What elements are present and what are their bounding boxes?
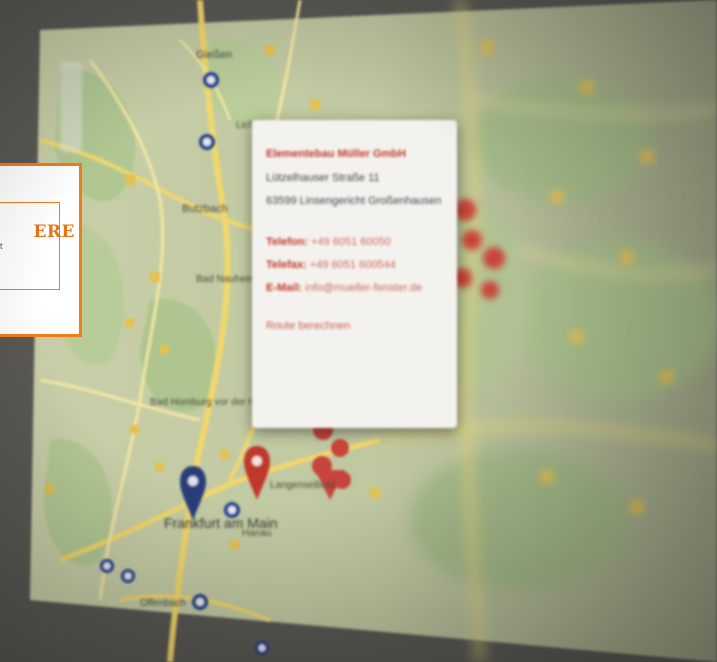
fax-label: Telefax: xyxy=(266,259,307,271)
brand-logo-card: ERE t xyxy=(0,163,82,337)
fax-value: +49 6051 600544 xyxy=(309,259,396,271)
place-label-bad-nauheim: Bad Nauheim xyxy=(196,274,257,285)
phone-label: Telefon: xyxy=(266,236,308,248)
popup-fax-row: Telefax: +49 6051 600544 xyxy=(266,259,445,271)
place-label-langenselbold: Langenselbold xyxy=(270,480,335,491)
photo-stage: Gießen Lich Butzbach Bad Nauheim Bad Hom… xyxy=(0,0,717,662)
popup-phone-row: Telefon: +49 6051 60050 xyxy=(266,236,445,248)
popup-city: 63599 Linsengericht Großenhausen xyxy=(266,195,442,207)
place-label-butzbach: Butzbach xyxy=(182,203,228,215)
place-label-hanau: Hanau xyxy=(242,528,271,539)
map-info-popup: Elementebau Müller GmbH Lützelhauser Str… xyxy=(252,120,457,428)
place-label-giessen: Gießen xyxy=(196,49,232,61)
brand-logo-frame xyxy=(0,202,60,290)
popup-company-name: Elementebau Müller GmbH xyxy=(266,148,406,160)
map-zoom-control[interactable] xyxy=(60,62,82,152)
email-link[interactable]: info@mueller-fenster.de xyxy=(305,282,422,294)
popup-street: Lützelhauser Straße 11 xyxy=(266,172,380,184)
popup-email-row: E-Mail: info@mueller-fenster.de xyxy=(266,282,445,294)
brand-logo-text: ERE xyxy=(33,222,75,242)
email-label: E-Mail: xyxy=(266,282,303,294)
brand-logo-subtext: t xyxy=(0,241,3,251)
phone-value[interactable]: +49 6051 60050 xyxy=(311,236,391,248)
route-link[interactable]: Route berechnen xyxy=(266,320,445,332)
place-label-offenbach: Offenbach xyxy=(140,598,186,609)
